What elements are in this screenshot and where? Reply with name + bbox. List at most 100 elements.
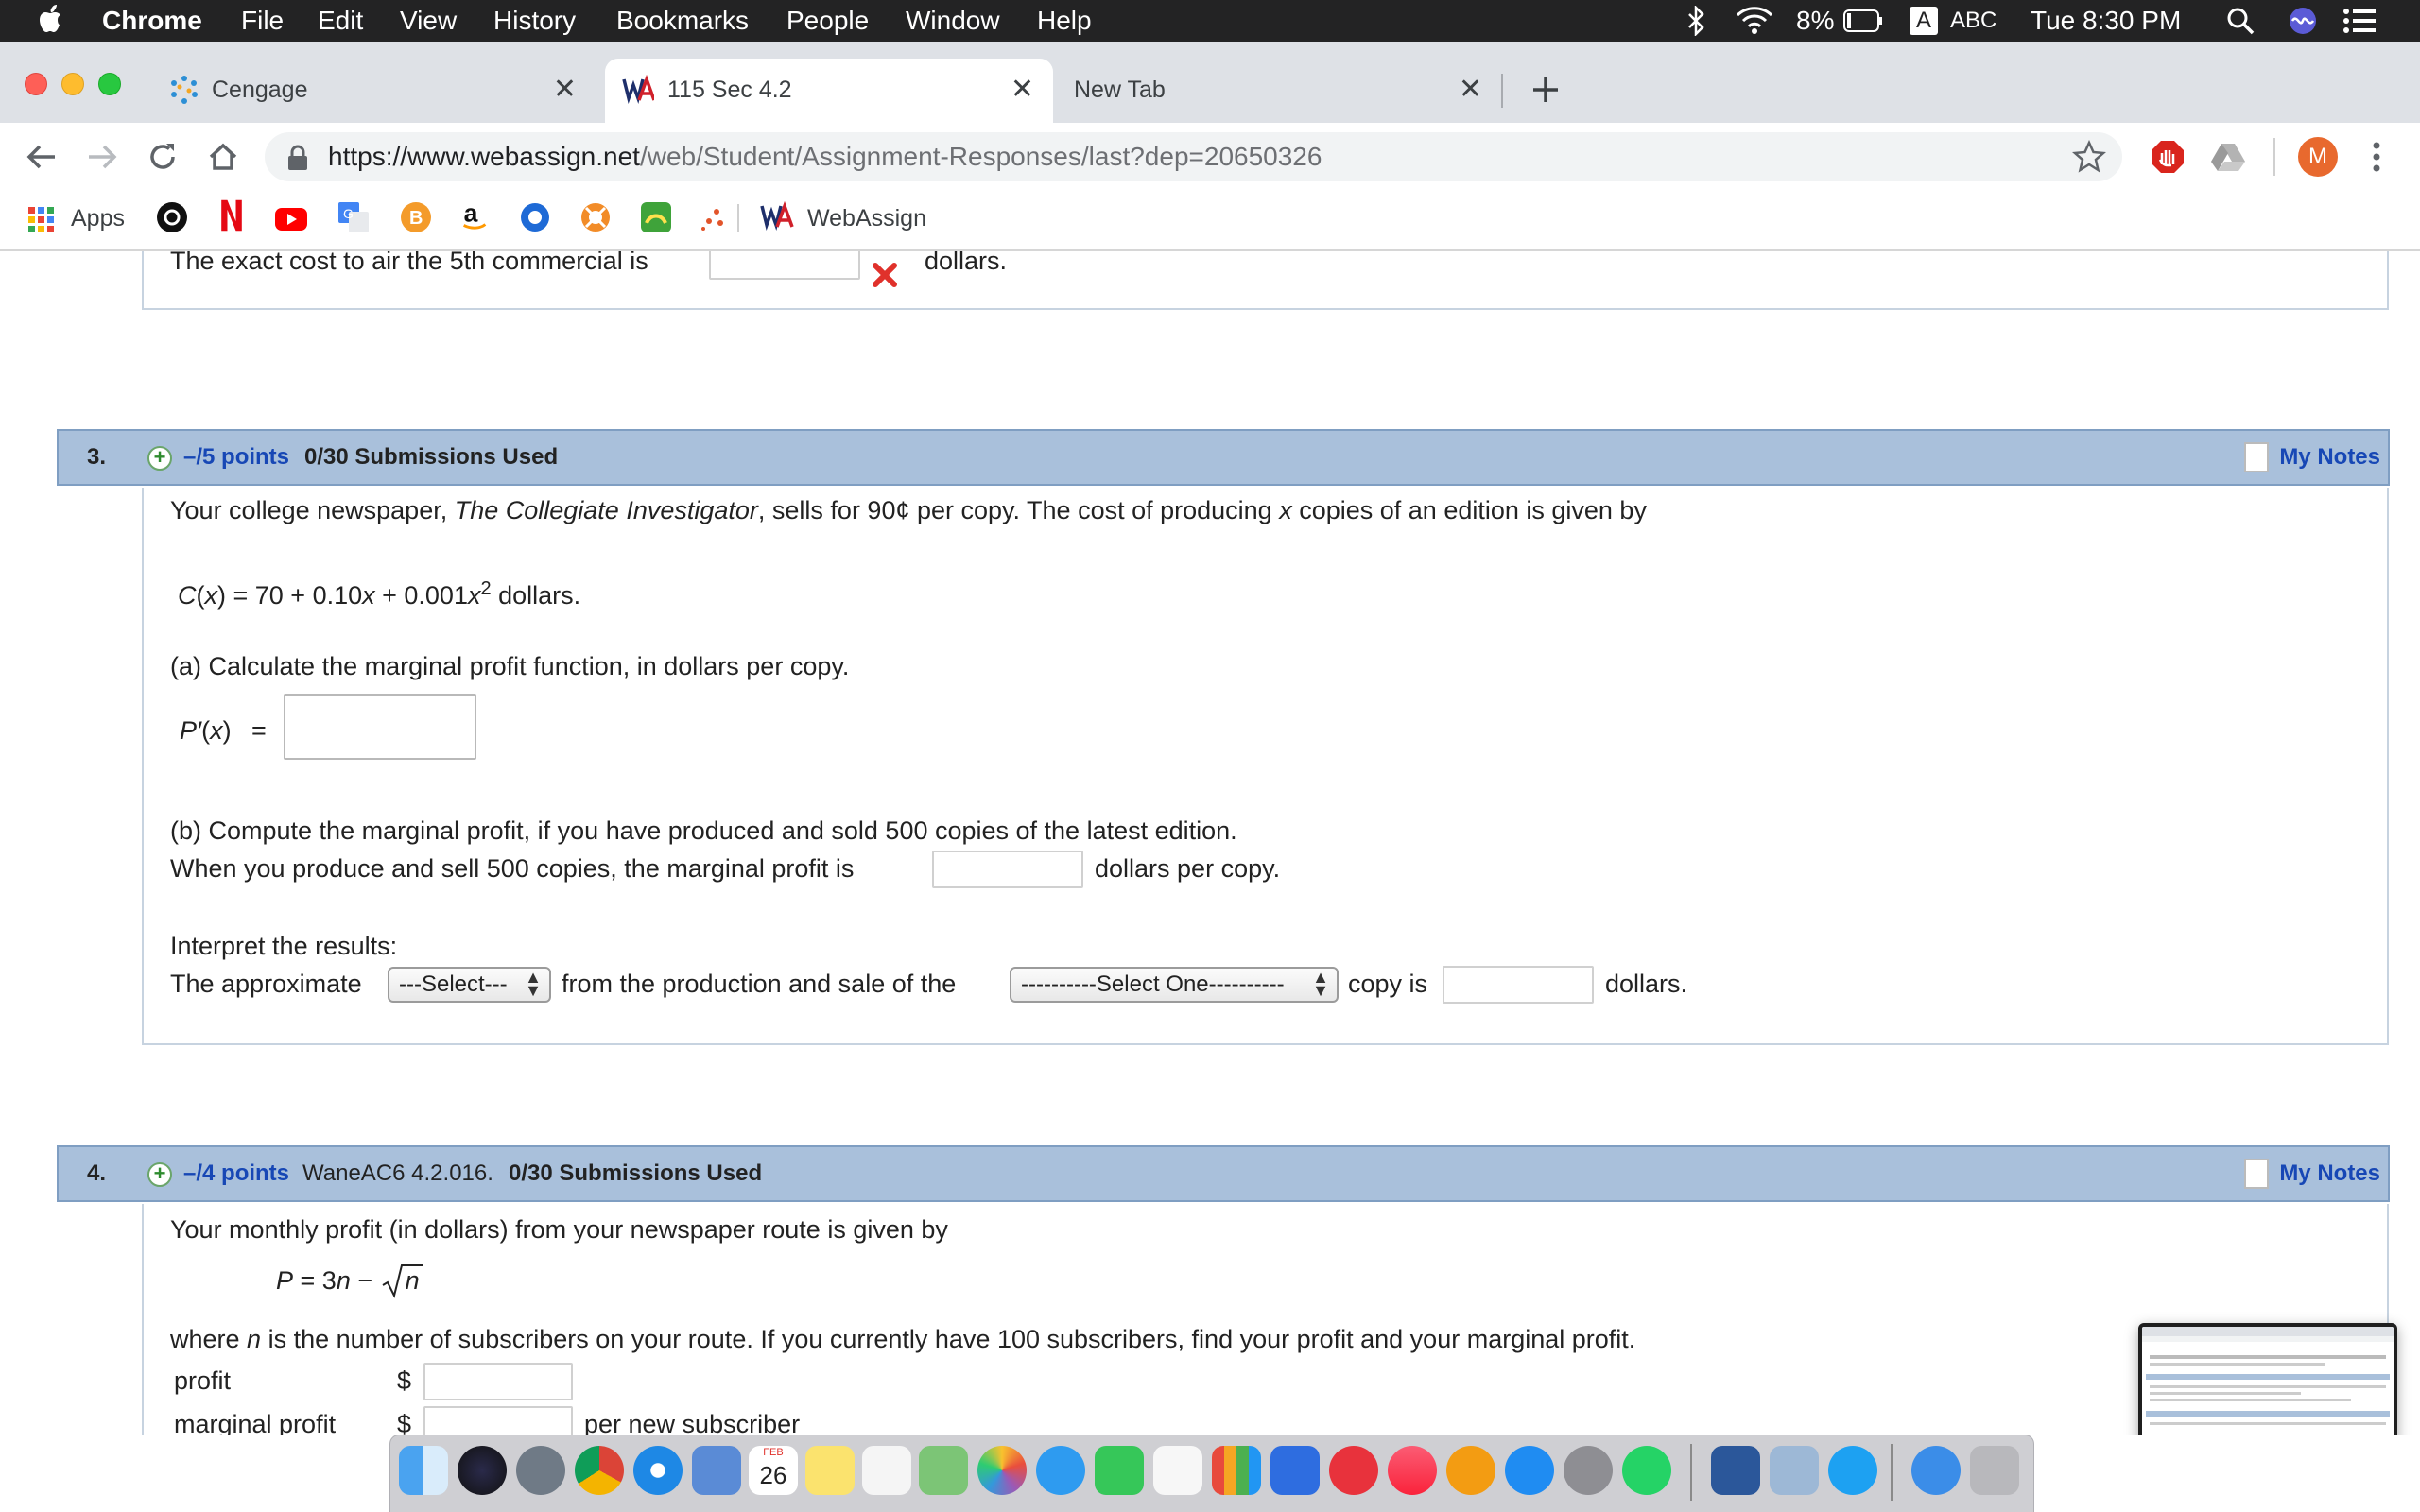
system-preferences-icon[interactable] [1564,1446,1613,1495]
q2-exact-cost-input[interactable] [709,251,860,280]
tab-close-icon[interactable]: ✕ [1011,74,1034,106]
expand-plus-icon[interactable]: + [147,1162,172,1187]
music-icon[interactable] [1388,1446,1437,1495]
twitter-icon[interactable] [1828,1446,1877,1495]
books-icon[interactable] [1446,1446,1495,1495]
youtube-icon[interactable] [274,202,308,236]
netflix-icon[interactable] [217,198,246,232]
q3-select-profit-type[interactable]: ---Select--- ▲ ▼ [388,967,551,1003]
numbers-icon[interactable] [1212,1446,1261,1495]
notes-app-icon[interactable] [805,1446,855,1495]
siri-dock-icon[interactable] [458,1446,507,1495]
window-zoom-button[interactable] [98,73,121,95]
bookmark-webassign[interactable]: WebAssign [807,203,926,233]
new-tab-plus-icon[interactable] [1530,74,1562,106]
my-notes-link[interactable]: My Notes [2279,444,2380,471]
q3-marginal-profit-function-input[interactable] [284,694,476,760]
menu-edit[interactable]: Edit [318,5,363,37]
preview-icon[interactable] [692,1446,741,1495]
app-store-icon[interactable] [1505,1446,1554,1495]
input-source-badge[interactable]: A [1910,7,1938,35]
applications-folder-icon[interactable] [1911,1446,1961,1495]
apps-grid-icon[interactable] [26,203,57,237]
home-icon[interactable] [206,140,240,174]
q4-marginal-profit-input[interactable] [424,1406,573,1435]
back-arrow-icon[interactable] [25,140,59,174]
facetime-icon[interactable] [1095,1446,1144,1495]
lifebuoy-icon[interactable] [579,200,613,234]
trash-icon[interactable] [1970,1446,2019,1495]
q4-profit-input[interactable] [424,1363,573,1400]
chrome-dock-icon[interactable] [575,1446,624,1495]
menu-help[interactable]: Help [1037,5,1092,37]
whatsapp-icon[interactable] [1622,1446,1671,1495]
reload-icon[interactable] [146,140,180,174]
bookmark-star-icon[interactable] [2072,140,2106,174]
chrome-menu-icon[interactable] [2367,140,2386,174]
notes-page-icon[interactable] [2244,442,2269,472]
window-minimize-button[interactable] [61,73,84,95]
forward-arrow-icon[interactable] [85,140,119,174]
maps-icon[interactable] [919,1446,968,1495]
menu-people[interactable]: People [786,5,869,37]
finder-icon[interactable] [399,1446,448,1495]
amazon-icon[interactable]: a [459,198,490,232]
dots-bookmark-icon[interactable] [698,202,732,236]
word-document-icon[interactable] [1711,1446,1760,1495]
q3-marginal-profit-500-input[interactable] [932,850,1083,888]
screenshot-thumbnail[interactable] [2138,1323,2397,1435]
thumb-line [2150,1355,2386,1359]
apple-menu-icon[interactable] [38,2,66,36]
tab-title: Cengage [212,77,308,103]
menu-window[interactable]: Window [906,5,1000,37]
bookmark-dark-circle-icon[interactable] [155,200,189,234]
google-drive-icon[interactable] [2210,142,2246,172]
google-translate-icon[interactable]: G [337,200,371,234]
tab-cengage[interactable]: Cengage ✕ [151,59,596,123]
pages-icon[interactable] [1153,1446,1202,1495]
menu-clock[interactable]: Tue 8:30 PM [2031,5,2181,37]
siri-icon[interactable] [2288,6,2318,36]
webassign-bookmark-icon[interactable] [760,200,794,234]
news-icon[interactable] [1329,1446,1378,1495]
q3-select-copy-number[interactable]: ----------Select One---------- ▲ ▼ [1010,967,1339,1003]
notification-center-icon[interactable] [2342,8,2377,34]
notes-page-icon[interactable] [2244,1159,2269,1189]
spotlight-search-icon[interactable] [2225,6,2256,36]
my-notes-link[interactable]: My Notes [2279,1160,2380,1187]
tab-new-tab[interactable]: New Tab ✕ [1051,59,1501,123]
question-points-link[interactable]: –/4 points [183,1160,289,1187]
menu-app-name[interactable]: Chrome [102,5,202,37]
adblock-stop-icon[interactable] [2150,139,2186,175]
blue-ring-bookmark-icon[interactable] [518,200,552,234]
q3-interpret-value-input[interactable] [1443,966,1594,1004]
window-close-button[interactable] [25,73,47,95]
bookmark-apps[interactable]: Apps [71,203,125,233]
calendar-icon[interactable]: FEB 26 [749,1446,798,1495]
launchpad-icon[interactable] [516,1446,565,1495]
battery-icon[interactable] [1843,9,1883,32]
url-text[interactable]: https://www.webassign.net/web/Student/As… [328,141,1322,173]
pictures-folder-icon[interactable] [1770,1446,1819,1495]
keynote-icon[interactable] [1270,1446,1320,1495]
tab-close-icon[interactable]: ✕ [1459,74,1482,106]
menu-history[interactable]: History [493,5,576,37]
question-points-link[interactable]: –/5 points [183,444,289,471]
bluetooth-icon[interactable] [1686,6,1707,36]
reminders-icon[interactable] [862,1446,911,1495]
input-source-label[interactable]: ABC [1950,5,1996,37]
brave-bookmark-icon[interactable]: B [399,200,433,234]
photos-icon[interactable] [977,1446,1027,1495]
menu-file[interactable]: File [241,5,284,37]
mmp-bookmark-icon[interactable] [639,200,673,234]
expand-plus-icon[interactable]: + [147,446,172,471]
menu-bookmarks[interactable]: Bookmarks [616,5,749,37]
tab-115-sec-4-2[interactable]: 115 Sec 4.2 ✕ [605,59,1053,123]
menu-view[interactable]: View [400,5,457,37]
lock-icon[interactable] [285,144,310,172]
wifi-icon[interactable] [1736,6,1773,34]
safari-icon[interactable] [633,1446,683,1495]
tab-close-icon[interactable]: ✕ [553,74,577,106]
messages-icon[interactable] [1036,1446,1085,1495]
profile-avatar[interactable]: M [2298,137,2338,177]
